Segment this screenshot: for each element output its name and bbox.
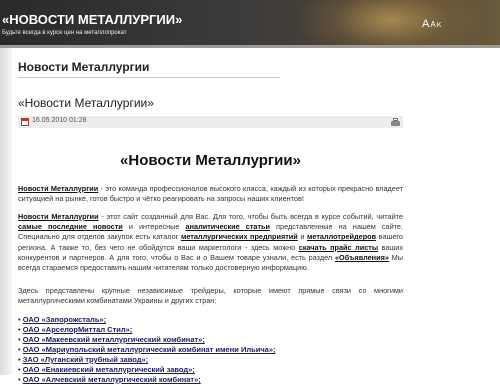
about-paragraph: Новости Металлургии - этот сайт созданны… [18,212,403,273]
font-size-switcher: AAK [422,14,442,32]
site-name-link[interactable]: Новости Металлургии [18,184,98,193]
company-link[interactable]: ОАО «Запорожсталь»; [23,315,106,324]
article-meta-bar: 16.05.2010 01:28 [18,116,403,128]
traders-paragraph: Здесь представлены крупные независимые т… [18,286,403,306]
print-icon[interactable] [391,118,400,126]
article-heading: «Новости Металлургии» [120,152,301,169]
header-divider-bar [0,45,500,48]
font-size-reset-button[interactable]: A [430,20,435,29]
list-item: • ОАО «Запорожсталь»; [18,315,107,324]
list-item: • ЗАО «Луганский трубный завод»; [18,355,149,364]
article-date: 16.05.2010 01:28 [32,117,87,124]
about-text-2: и интересные [122,222,186,232]
site-header: «НОВОСТИ МЕТАЛЛУРГИИ» Будьте всегда в ку… [0,0,500,45]
list-item: • ОАО «Мариупольский металлургический ко… [18,345,276,354]
company-link[interactable]: ОАО «Мариупольский металлургический комб… [23,345,276,354]
article-title-link[interactable]: «Новости Металлургии» [18,96,154,110]
company-link[interactable]: ОАО «Енакиевский металлургический завод»… [23,365,195,374]
font-size-small-button[interactable]: K [437,22,442,29]
company-link[interactable]: ОАО «АрселорМиттал Стил»; [23,325,133,334]
site-title[interactable]: «НОВОСТИ МЕТАЛЛУРГИИ» [2,12,182,27]
title-divider [18,77,280,78]
site-name-link-2[interactable]: Новости Металлургии [18,212,99,221]
metal-traders-link[interactable]: металлотрейдеров [307,232,376,241]
header-glow-decoration [300,0,480,45]
list-item: • ОАО «Алчевский металлургический комбин… [18,375,201,384]
download-price-lists-link[interactable]: скачать прайс листы [299,243,378,252]
page-title: Новости Металлургии [18,60,150,74]
font-size-large-button[interactable]: A [422,18,429,30]
company-link[interactable]: ЗАО «Луганский трубный завод»; [23,355,148,364]
about-text-1: - этот сайт созданный для Вас. Для того,… [98,212,403,221]
site-slogan: Будьте всегда в курсе цен на металлопрок… [2,30,127,36]
company-link[interactable]: ОАО «Макеевский металлургический комбина… [23,335,205,344]
latest-news-link[interactable]: самые последние новости [18,222,123,231]
analytic-articles-link[interactable]: аналитические статьи [186,222,270,231]
left-shade-decoration [0,48,12,375]
company-link[interactable]: ОАО «Алчевский металлургический комбинат… [23,375,201,384]
list-item: • ОАО «АрселорМиттал Стил»; [18,325,133,334]
announcements-link[interactable]: «Объявления» [335,253,389,262]
about-text-4: и [297,232,307,242]
list-item: • ОАО «Макеевский металлургический комби… [18,335,205,344]
metallurgical-companies-link[interactable]: металлургических предприятий [181,232,298,241]
calendar-icon [21,118,29,126]
intro-paragraph: Новости Металлургии - это команда профес… [18,184,403,204]
list-item: • ОАО «Енакиевский металлургический заво… [18,365,195,374]
